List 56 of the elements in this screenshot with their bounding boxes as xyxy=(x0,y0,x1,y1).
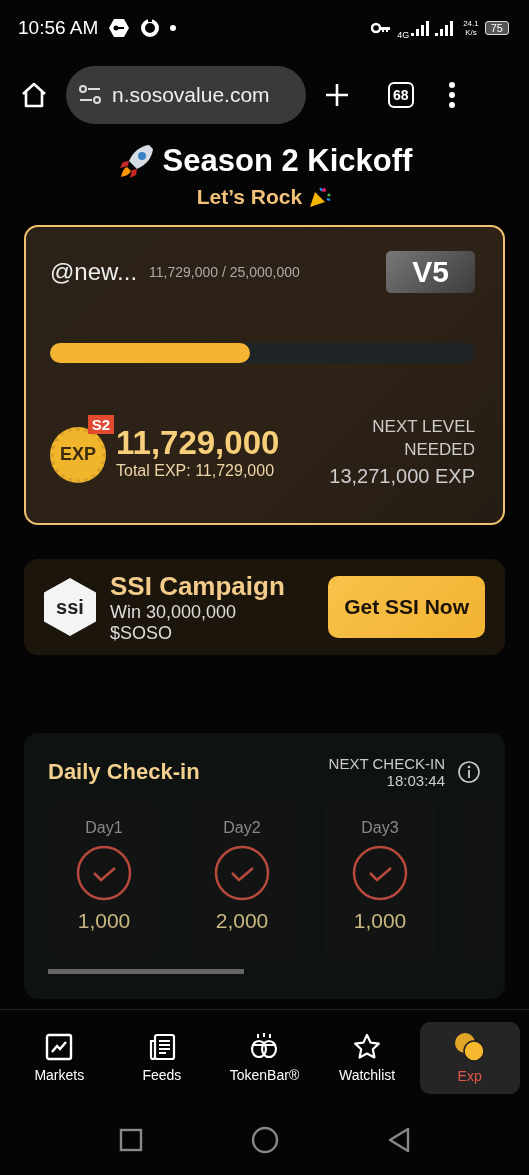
back-button[interactable] xyxy=(386,1127,411,1153)
username: @new... xyxy=(50,258,138,286)
day-card[interactable]: Day1 1,000 xyxy=(48,801,160,959)
status-time: 10:56 AM xyxy=(18,16,99,39)
next-checkin-label: NEXT CHECK-IN xyxy=(328,755,445,772)
ssi-logo: ssi xyxy=(44,578,96,636)
nav-tab[interactable]: TokenBar® xyxy=(214,1021,315,1094)
sync-ring-icon xyxy=(140,17,161,38)
progress-text: 11,729,000 / 25,000,000 xyxy=(149,264,301,280)
page-subtitle: Let’s Rock xyxy=(196,185,303,209)
checkin-countdown: 18:03:44 xyxy=(386,772,445,789)
url-text: n.sosovalue.com xyxy=(112,83,270,107)
next-level-label: NEXT LEVEL NEEDED xyxy=(371,416,475,461)
nav-tab[interactable]: Markets xyxy=(9,1021,110,1094)
day-label: Day1 xyxy=(85,819,123,837)
day-label: Day3 xyxy=(361,819,399,837)
exp-value: 11,729,000 xyxy=(116,423,281,462)
chart-icon xyxy=(45,1032,74,1061)
nav-tab[interactable]: Exp xyxy=(419,1021,520,1094)
checkin-title: Daily Check-in xyxy=(48,759,201,785)
campaign-description: Win 30,000,000 $SOSO xyxy=(110,601,238,644)
network-type: 4G xyxy=(397,29,410,40)
home-icon[interactable] xyxy=(20,81,48,109)
battery-level: 75 xyxy=(484,20,509,35)
next-level-value: 13,271,000 EXP xyxy=(329,465,475,488)
nav-tab[interactable]: Feeds xyxy=(111,1021,212,1094)
address-bar[interactable]: n.sosovalue.com xyxy=(66,66,306,124)
newspaper-icon xyxy=(147,1032,176,1061)
day-label: Day2 xyxy=(223,819,261,837)
recents-button[interactable] xyxy=(118,1128,143,1152)
nav-tab[interactable]: Watchlist xyxy=(317,1021,418,1094)
page-title: Season 2 Kickoff xyxy=(162,143,413,179)
campaign-title: SSI Campaign xyxy=(110,570,286,602)
info-icon[interactable] xyxy=(457,760,481,784)
key-icon xyxy=(371,21,392,34)
site-settings-icon[interactable] xyxy=(78,84,102,106)
menu-icon[interactable] xyxy=(447,82,456,108)
day-card[interactable]: Day3 1,000 xyxy=(324,801,436,959)
home-button[interactable] xyxy=(250,1126,279,1154)
speed-unit: K/s xyxy=(465,27,477,37)
tab-count[interactable]: 68 xyxy=(388,82,414,108)
beer-mugs-icon xyxy=(249,1032,280,1061)
day-reward: 1,000 xyxy=(77,909,131,933)
coins-icon xyxy=(453,1031,486,1062)
day-reward: 2,000 xyxy=(215,909,269,933)
speed-value: 24.1 xyxy=(463,18,479,28)
new-tab-icon[interactable] xyxy=(324,82,350,108)
total-exp: Total EXP: 11,729,000 xyxy=(116,461,276,480)
party-popper-icon xyxy=(308,185,333,209)
get-ssi-button[interactable]: Get SSI Now xyxy=(328,576,485,638)
day-card[interactable]: Day2 2,000 xyxy=(186,801,298,959)
star-icon xyxy=(353,1032,382,1061)
day-reward: 1,000 xyxy=(353,909,407,933)
vip-level-badge: V5 xyxy=(386,251,475,293)
vpn-key-icon xyxy=(108,17,131,38)
notification-dot-icon xyxy=(170,24,177,31)
